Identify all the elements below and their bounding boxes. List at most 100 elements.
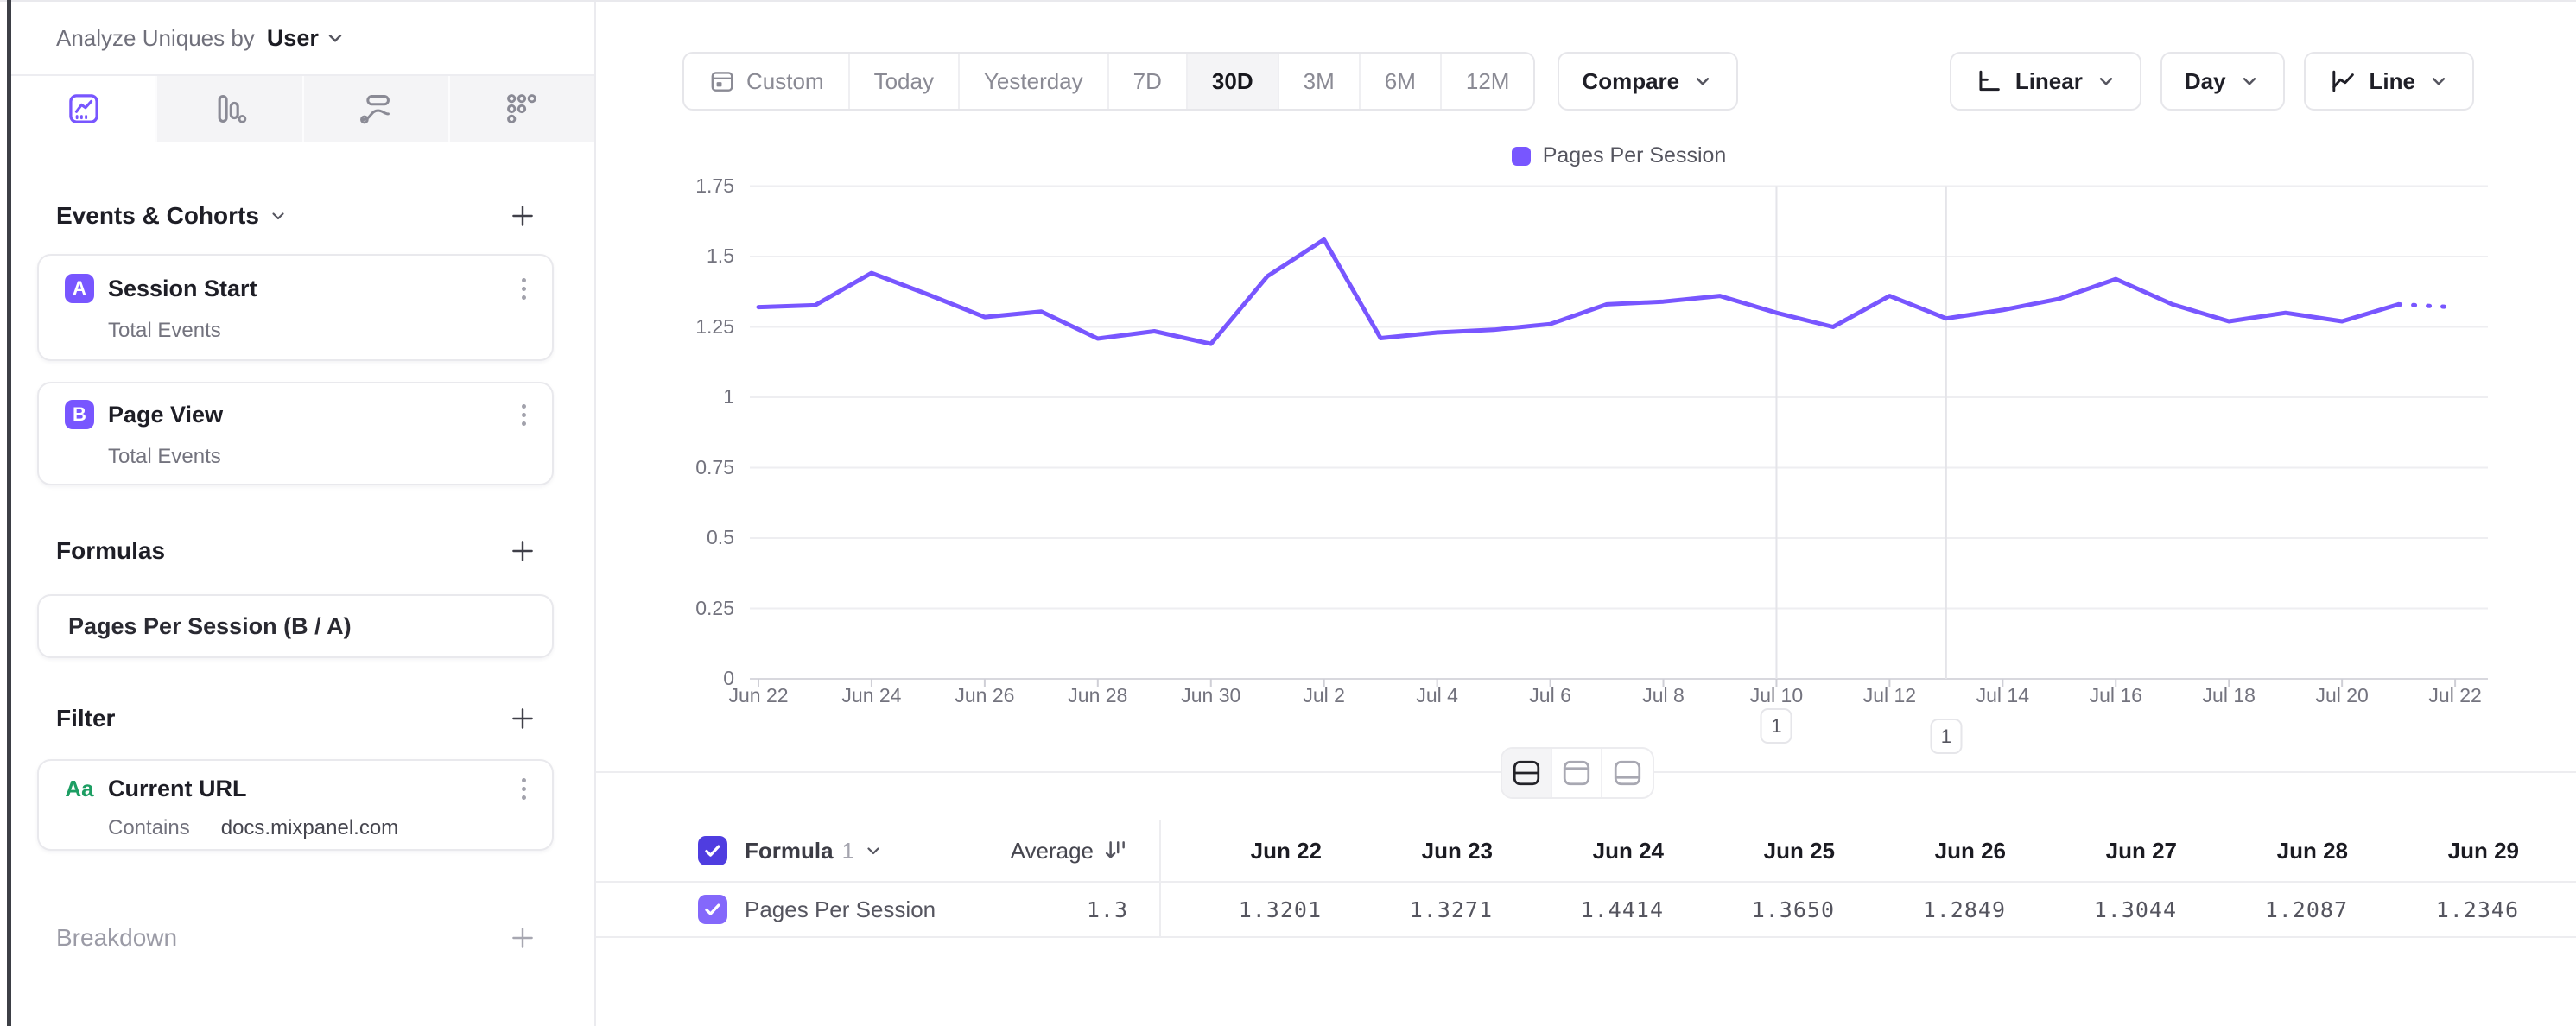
average-value-cell: 1.3	[969, 897, 1159, 922]
add-event-button[interactable]	[505, 199, 540, 233]
x-axis-label: Jul 16	[2090, 684, 2142, 707]
x-axis-label: Jun 26	[955, 684, 1014, 707]
x-axis-label: Jul 4	[1416, 684, 1458, 707]
formula-card[interactable]: Pages Per Session (B / A)	[37, 594, 554, 658]
range-30d-button[interactable]: 30D	[1188, 54, 1279, 109]
filter-property-name: Current URL	[108, 776, 504, 802]
add-formula-button[interactable]	[505, 534, 540, 568]
tab-retention[interactable]	[450, 76, 594, 142]
column-header[interactable]: Jun 27	[2014, 838, 2186, 864]
chart-focus-button[interactable]	[1552, 749, 1602, 797]
filter-value: docs.mixpanel.com	[221, 816, 398, 840]
line-chart-icon	[2328, 66, 2357, 96]
visualization-tabstrip	[11, 76, 594, 142]
chevron-down-icon	[2095, 70, 2117, 92]
y-axis-label: 1	[596, 385, 734, 408]
event-badge-a: A	[65, 274, 94, 303]
chevron-down-icon	[268, 206, 289, 226]
formulas-header: Formulas	[56, 534, 540, 568]
tab-flows[interactable]	[304, 76, 450, 142]
series-checkbox[interactable]	[698, 895, 727, 924]
event-card-page-view[interactable]: B Page View Total Events	[37, 382, 554, 485]
tab-insights-line[interactable]	[11, 76, 157, 142]
interval-dropdown[interactable]: Day	[2160, 52, 2285, 111]
x-axis-label: Jul 6	[1529, 684, 1571, 707]
y-axis-label: 1.75	[596, 174, 734, 198]
insights-line-chart-icon	[66, 91, 102, 127]
filter-operator: Contains	[108, 816, 190, 840]
x-axis-label: Jul 22	[2428, 684, 2481, 707]
chart-type-dropdown[interactable]: Line	[2304, 52, 2474, 111]
x-axis-label: Jun 28	[1068, 684, 1127, 707]
x-axis-label: Jun 24	[841, 684, 901, 707]
line-chart[interactable]: 00.250.50.7511.251.51.7511Jun 22Jun 24Ju…	[596, 130, 2576, 786]
range-yesterday-button[interactable]: Yesterday	[960, 54, 1109, 109]
date-range-segmented-control: Custom Today Yesterday 7D 30D 3M 6M 12M	[682, 52, 1535, 111]
event-badge-b: B	[65, 400, 94, 429]
column-header[interactable]: Jun 28	[2186, 838, 2357, 864]
results-table: Formula 1 Average Jun 22 Jun 23 Jun 24 J…	[596, 820, 2576, 938]
filter-condition[interactable]: Contains docs.mixpanel.com	[65, 816, 530, 840]
chevron-down-icon	[2427, 70, 2450, 92]
range-today-button[interactable]: Today	[850, 54, 960, 109]
split-view-button[interactable]	[1502, 749, 1552, 797]
events-cohorts-title[interactable]: Events & Cohorts	[56, 202, 289, 230]
x-axis-label: Jul 18	[2203, 684, 2256, 707]
date-range-toolbar: Custom Today Yesterday 7D 30D 3M 6M 12M …	[682, 52, 1738, 111]
y-axis-label: 0.25	[596, 597, 734, 620]
analyze-by-selector[interactable]: User	[267, 25, 346, 52]
table-focus-button[interactable]	[1602, 749, 1653, 797]
kebab-menu-icon[interactable]	[518, 401, 530, 429]
filter-header: Filter	[56, 701, 540, 736]
tab-bar-chart[interactable]	[157, 76, 303, 142]
event-aggregation[interactable]: Total Events	[65, 319, 530, 343]
value-cell: 1.2849	[1843, 897, 2014, 922]
split-view-icon	[1511, 758, 1542, 788]
string-property-icon: Aa	[65, 776, 94, 802]
x-axis-label: Jul 10	[1750, 684, 1803, 707]
bar-chart-icon	[212, 91, 248, 127]
kebab-menu-icon[interactable]	[518, 775, 530, 803]
checkmark-icon	[701, 839, 724, 862]
event-aggregation[interactable]: Total Events	[65, 445, 530, 469]
range-12m-button[interactable]: 12M	[1442, 54, 1534, 109]
add-breakdown-button[interactable]	[505, 921, 540, 955]
event-card-session-start[interactable]: A Session Start Total Events	[37, 254, 554, 361]
y-axis-label: 0	[596, 667, 734, 690]
formula-expression: Pages Per Session (B / A)	[68, 613, 352, 640]
average-column-header[interactable]: Average	[969, 838, 1159, 864]
annotation-badge[interactable]: 1	[1930, 719, 1962, 754]
column-header[interactable]: Jun 25	[1672, 838, 1843, 864]
annotation-badge[interactable]: 1	[1761, 708, 1792, 744]
column-header[interactable]: Jun 26	[1843, 838, 2014, 864]
column-header[interactable]: Jun 22	[1159, 838, 1330, 864]
chevron-down-icon	[863, 840, 884, 861]
range-7d-button[interactable]: 7D	[1109, 54, 1188, 109]
range-custom-button[interactable]: Custom	[684, 54, 850, 109]
formulas-title: Formulas	[56, 537, 165, 565]
column-header[interactable]: Jun 24	[1501, 838, 1672, 864]
kebab-menu-icon[interactable]	[518, 275, 530, 303]
y-axis-label: 0.75	[596, 456, 734, 479]
plus-icon	[508, 704, 537, 733]
table-column-divider	[1159, 820, 1161, 938]
formula-group-checkbox[interactable]	[698, 836, 727, 865]
add-filter-button[interactable]	[505, 701, 540, 736]
column-header[interactable]: Jun 29	[2357, 838, 2528, 864]
plus-icon	[508, 536, 537, 566]
x-axis-label: Jul 12	[1863, 684, 1916, 707]
range-6m-button[interactable]: 6M	[1361, 54, 1442, 109]
query-builder-sidebar: Analyze Uniques by User	[11, 2, 596, 1026]
value-cell: 1.4414	[1501, 897, 1672, 922]
table-row: Pages Per Session 1.3 1.3201 1.3271 1.44…	[596, 883, 2576, 938]
formula-group-label[interactable]: Formula 1	[727, 838, 969, 864]
range-3m-button[interactable]: 3M	[1279, 54, 1361, 109]
filter-card-current-url[interactable]: Aa Current URL Contains docs.mixpanel.co…	[37, 759, 554, 851]
column-header[interactable]: Jun 23	[1330, 838, 1501, 864]
value-cell: 1.3201	[1159, 897, 1330, 922]
scale-dropdown[interactable]: Linear	[1950, 52, 2141, 111]
compare-button[interactable]: Compare	[1558, 52, 1738, 111]
linear-axis-icon	[1974, 66, 2003, 96]
calendar-icon	[708, 67, 736, 95]
flows-icon	[358, 91, 394, 127]
